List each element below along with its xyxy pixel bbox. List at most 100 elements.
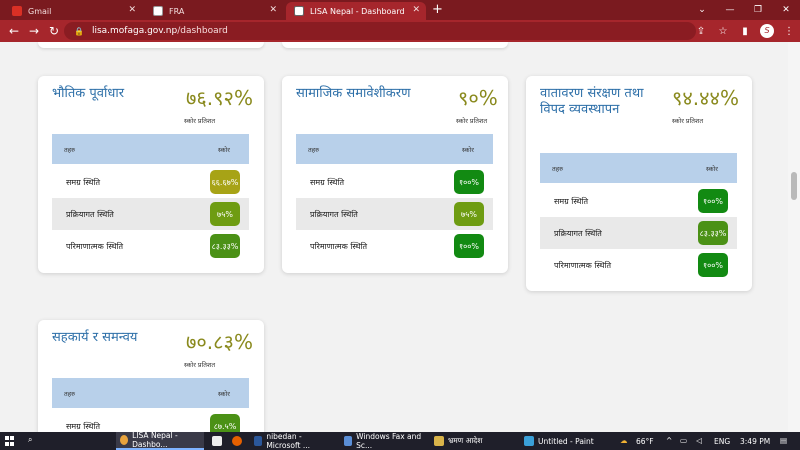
taskbar-label: भ्रमण आदेश [448,436,483,445]
table-row: समग्र स्थिति ६६.६७% [52,166,249,198]
dashboard-page: भौतिक पूर्वाधार ७६.९२% स्कोर प्रतिशत तहर… [0,42,788,432]
taskbar-label: Untitled - Paint [538,436,594,446]
side-panel-icon[interactable]: ▮ [734,26,756,37]
table-header: तहरु स्कोर [52,134,249,164]
row-label: समग्र स्थिति [310,178,345,187]
gmail-icon [12,6,22,16]
window-close-button[interactable]: ✕ [772,0,800,20]
chrome-icon [120,435,129,445]
score-caption: स्कोर प्रतिशत [672,117,704,125]
fra-icon [153,6,163,16]
avatar: S [760,24,774,38]
tab-search-icon[interactable]: ⌄ [688,0,716,20]
close-icon[interactable]: ✕ [269,5,277,15]
col-score: स्कोर [462,146,474,154]
score-badge: १००% [454,234,484,258]
back-icon[interactable]: ← [4,24,24,38]
card-cooperation-coordination: सहकार्य र समन्वय ७०.८३% स्कोर प्रतिशत तह… [38,320,264,432]
tray-chevron-icon[interactable]: ^ [666,436,672,445]
url-path: /dashboard [177,26,228,36]
bookmark-star-icon[interactable]: ☆ [712,26,734,37]
tab-gmail[interactable]: Gmail ✕ [4,2,142,20]
forward-icon[interactable]: → [24,24,44,38]
notification-icon[interactable]: ▤ [780,436,787,445]
card-title: भौतिक पूर्वाधार [52,86,125,101]
tab-fra[interactable]: FRA ✕ [145,2,283,20]
page-scrollbar[interactable] [788,42,800,432]
col-indicator: तहरु [64,390,76,398]
table-row: समग्र स्थिति ८७.५% [52,410,249,432]
score-caption: स्कोर प्रतिशत [184,117,216,125]
windows-start-icon[interactable] [5,436,15,446]
row-label: समग्र स्थिति [66,422,101,431]
weather-temp[interactable]: 66°F [636,437,654,446]
share-icon[interactable]: ⇪ [690,26,712,37]
score-badge: ७५% [210,202,240,226]
close-icon[interactable]: ✕ [412,5,420,15]
notepad-icon[interactable] [212,436,222,446]
col-indicator: तहरु [64,146,76,154]
new-tab-button[interactable]: + [432,2,443,17]
card-title: सामाजिक समावेशीकरण [296,86,411,101]
taskbar-item-chrome[interactable]: LISA Nepal - Dashbo... [116,431,204,450]
firefox-icon[interactable] [232,436,242,446]
profile-avatar[interactable]: S [756,24,778,38]
volume-icon[interactable]: ◁ [696,436,702,445]
col-indicator: तहरु [552,165,564,173]
table-header: तहरु स्कोर [296,134,493,164]
paint-icon [524,436,534,446]
card-score: ७६.९२% [186,86,253,110]
tab-label: Gmail [28,6,52,16]
score-badge: १००% [454,170,484,194]
col-score: स्कोर [706,165,718,173]
browser-toolbar: ← → ↻ 🔒 lisa.mofaga.gov.np /dashboard ⇪ … [0,20,800,42]
table-row: प्रक्रियागत स्थिति ७५% [52,198,249,230]
card-score: ९४.४४% [672,86,739,110]
lock-icon: 🔒 [74,26,84,36]
score-badge: ७५% [454,202,484,226]
close-icon[interactable]: ✕ [128,5,136,15]
folder-icon [434,436,444,446]
network-icon[interactable]: ▭ [680,436,687,445]
scrollbar-thumb[interactable] [791,172,797,200]
menu-kebab-icon[interactable]: ⋮ [778,26,800,37]
clock[interactable]: 3:49 PM [740,437,770,446]
table-row: परिमाणात्मक स्थिति १००% [296,230,493,262]
taskbar-item-folder[interactable]: भ्रमण आदेश [430,432,518,450]
table-row: प्रक्रियागत स्थिति ८३.३३% [540,217,737,249]
table-row: परिमाणात्मक स्थिति ८३.३३% [52,230,249,262]
taskbar-item-paint[interactable]: Untitled - Paint [520,432,608,450]
score-caption: स्कोर प्रतिशत [456,117,488,125]
row-label: समग्र स्थिति [66,178,101,187]
row-label: परिमाणात्मक स्थिति [66,242,124,251]
score-badge: ६६.६७% [210,170,240,194]
card-title: सहकार्य र समन्वय [52,330,138,345]
table-row: प्रक्रियागत स्थिति ७५% [296,198,493,230]
card-physical-infrastructure: भौतिक पूर्वाधार ७६.९२% स्कोर प्रतिशत तहर… [38,76,264,273]
col-score: स्कोर [218,390,230,398]
tab-lisa-dashboard[interactable]: LISA Nepal - Dashboard ✕ [286,2,426,20]
language-indicator[interactable]: ENG [714,437,730,446]
taskbar-item-fax[interactable]: Windows Fax and Sc... [340,432,428,450]
lisa-icon [294,6,304,16]
card-title: वातावरण संरक्षण तथा विपद व्यवस्थापन [540,86,644,117]
taskbar-item-word[interactable]: nibedan - Microsoft ... [250,432,338,450]
card-score: ९०% [458,86,498,110]
restore-button[interactable]: ❐ [744,0,772,20]
search-icon[interactable]: ⌕ [28,435,32,445]
table-row: समग्र स्थिति १००% [540,185,737,217]
url-host: lisa.mofaga.gov.np [91,26,178,36]
address-bar[interactable]: 🔒 lisa.mofaga.gov.np /dashboard [64,22,696,40]
fax-icon [344,436,353,446]
reload-icon[interactable]: ↻ [44,24,64,38]
table-row: परिमाणात्मक स्थिति १००% [540,249,737,281]
row-label: प्रक्रियागत स्थिति [66,210,114,219]
col-score: स्कोर [218,146,230,154]
score-badge: ८३.३३% [698,221,728,245]
row-label: प्रक्रियागत स्थिति [310,210,358,219]
minimize-button[interactable]: — [716,0,744,20]
browser-tab-strip: Gmail ✕ FRA ✕ LISA Nepal - Dashboard ✕ +… [0,0,800,20]
word-icon [254,436,263,446]
col-indicator: तहरु [308,146,320,154]
card-score: ७०.८३% [186,330,253,354]
